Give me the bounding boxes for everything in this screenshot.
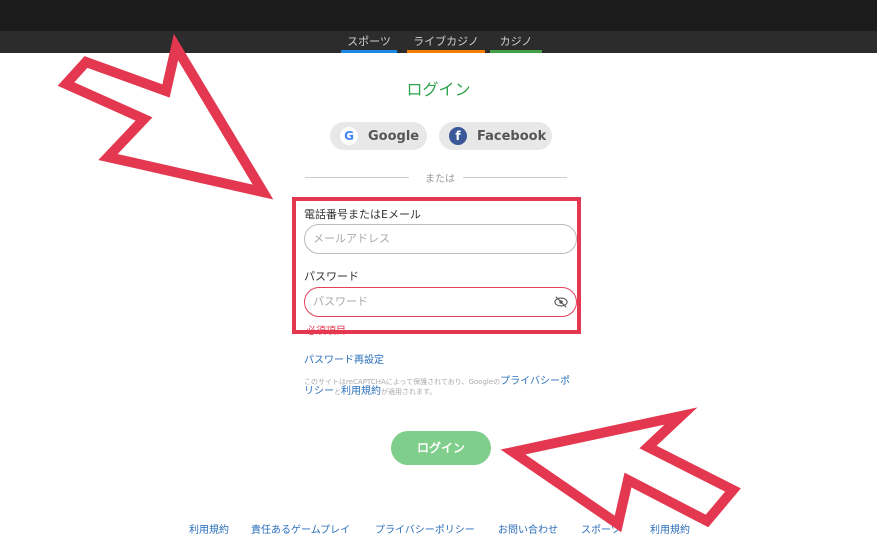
annotation-arrows (57, 33, 741, 533)
arrow-bottom-right (500, 407, 741, 533)
arrow-top-left (57, 33, 274, 200)
